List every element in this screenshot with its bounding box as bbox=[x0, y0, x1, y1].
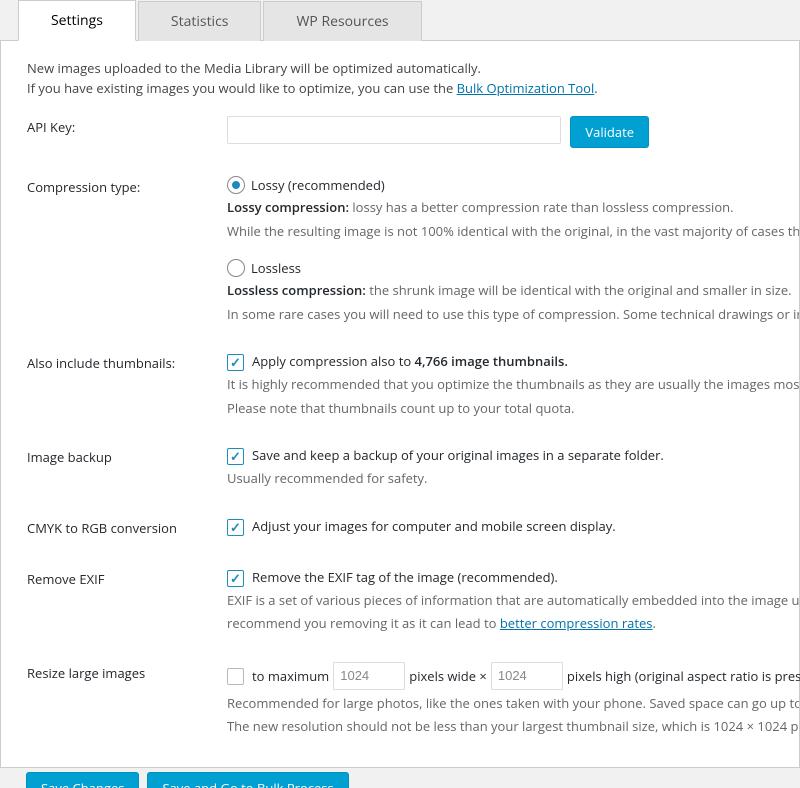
row-resize: Resize large images to maximum pixels wi… bbox=[27, 662, 799, 737]
radio-lossless-control[interactable] bbox=[227, 259, 245, 277]
validate-button[interactable]: Validate bbox=[570, 116, 649, 148]
lossy-desc2: While the resulting image is not 100% id… bbox=[227, 222, 799, 242]
bulk-optimization-link[interactable]: Bulk Optimization Tool bbox=[457, 79, 595, 97]
exif-desc1: EXIF is a set of various pieces of infor… bbox=[227, 591, 799, 611]
save-and-bulk-button[interactable]: Save and Go to Bulk Process bbox=[147, 772, 348, 788]
exif-desc2a: recommend you removing it as it can lead… bbox=[227, 614, 500, 632]
cmyk-label: CMYK to RGB conversion bbox=[27, 517, 227, 537]
resize-label: Resize large images bbox=[27, 662, 227, 682]
radio-lossless-label: Lossless bbox=[251, 259, 301, 277]
resize-mid: pixels wide × bbox=[409, 667, 487, 685]
exif-checkbox[interactable] bbox=[227, 570, 244, 587]
radio-lossy-control[interactable] bbox=[227, 176, 245, 194]
intro-line1: New images uploaded to the Media Library… bbox=[27, 59, 799, 79]
lossy-desc-bold: Lossy compression: bbox=[227, 198, 349, 216]
backup-checkbox[interactable] bbox=[227, 448, 244, 465]
intro-line2a: If you have existing images you would li… bbox=[27, 79, 457, 97]
thumbnails-checkbox[interactable] bbox=[227, 354, 244, 371]
thumbnails-option-b: 4,766 image thumbnails. bbox=[415, 352, 568, 370]
exif-option: Remove the EXIF tag of the image (recomm… bbox=[252, 568, 558, 586]
thumbnails-option: Apply compression also to 4,766 image th… bbox=[252, 352, 568, 370]
lossy-desc1: lossy has a better compression rate than… bbox=[349, 198, 734, 216]
tabs: Settings Statistics WP Resources bbox=[0, 0, 800, 41]
cmyk-option: Adjust your images for computer and mobi… bbox=[252, 517, 616, 535]
footer-buttons: Save Changes Save and Go to Bulk Process bbox=[0, 768, 800, 788]
lossless-desc1: the shrunk image will be identical with … bbox=[366, 281, 792, 299]
row-cmyk: CMYK to RGB conversion Adjust your image… bbox=[27, 517, 799, 540]
radio-lossy-label: Lossy (recommended) bbox=[251, 176, 385, 194]
save-changes-button[interactable]: Save Changes bbox=[26, 772, 139, 788]
api-key-label: API Key: bbox=[27, 116, 227, 136]
intro-text: New images uploaded to the Media Library… bbox=[27, 59, 799, 98]
resize-desc2: The new resolution should not be less th… bbox=[227, 717, 799, 737]
thumbnails-desc2: Please note that thumbnails count up to … bbox=[227, 399, 799, 419]
api-key-input[interactable] bbox=[227, 116, 561, 144]
better-compression-link[interactable]: better compression rates bbox=[500, 614, 653, 632]
row-compression: Compression type: Lossy (recommended) Lo… bbox=[27, 176, 799, 324]
row-exif: Remove EXIF Remove the EXIF tag of the i… bbox=[27, 568, 799, 634]
radio-lossy[interactable]: Lossy (recommended) bbox=[227, 176, 799, 194]
resize-width-input[interactable] bbox=[333, 662, 405, 690]
radio-lossless[interactable]: Lossless bbox=[227, 259, 799, 277]
lossless-desc-bold: Lossless compression: bbox=[227, 281, 366, 299]
backup-label: Image backup bbox=[27, 446, 227, 466]
thumbnails-label: Also include thumbnails: bbox=[27, 352, 227, 372]
resize-height-input[interactable] bbox=[491, 662, 563, 690]
thumbnails-option-a: Apply compression also to bbox=[252, 352, 415, 370]
cmyk-checkbox[interactable] bbox=[227, 519, 244, 536]
exif-desc2b: . bbox=[653, 614, 656, 632]
tab-resources[interactable]: WP Resources bbox=[263, 1, 421, 41]
tab-statistics[interactable]: Statistics bbox=[138, 1, 262, 41]
resize-suffix: pixels high (original aspect ratio is pr… bbox=[567, 667, 800, 685]
resize-option: to maximum pixels wide × pixels high (or… bbox=[252, 662, 800, 690]
resize-desc1: Recommended for large photos, like the o… bbox=[227, 694, 799, 714]
resize-checkbox[interactable] bbox=[227, 668, 244, 685]
row-thumbnails: Also include thumbnails: Apply compressi… bbox=[27, 352, 799, 418]
backup-desc: Usually recommended for safety. bbox=[227, 469, 799, 489]
intro-line2b: . bbox=[594, 79, 597, 97]
tab-settings[interactable]: Settings bbox=[18, 0, 136, 41]
row-backup: Image backup Save and keep a backup of y… bbox=[27, 446, 799, 489]
settings-panel: New images uploaded to the Media Library… bbox=[0, 41, 800, 768]
backup-option: Save and keep a backup of your original … bbox=[252, 446, 664, 464]
compression-label: Compression type: bbox=[27, 176, 227, 196]
exif-label: Remove EXIF bbox=[27, 568, 227, 588]
thumbnails-desc1: It is highly recommended that you optimi… bbox=[227, 375, 799, 395]
row-api-key: API Key: Validate bbox=[27, 116, 799, 148]
resize-prefix: to maximum bbox=[252, 667, 329, 685]
lossless-desc2: In some rare cases you will need to use … bbox=[227, 305, 799, 325]
